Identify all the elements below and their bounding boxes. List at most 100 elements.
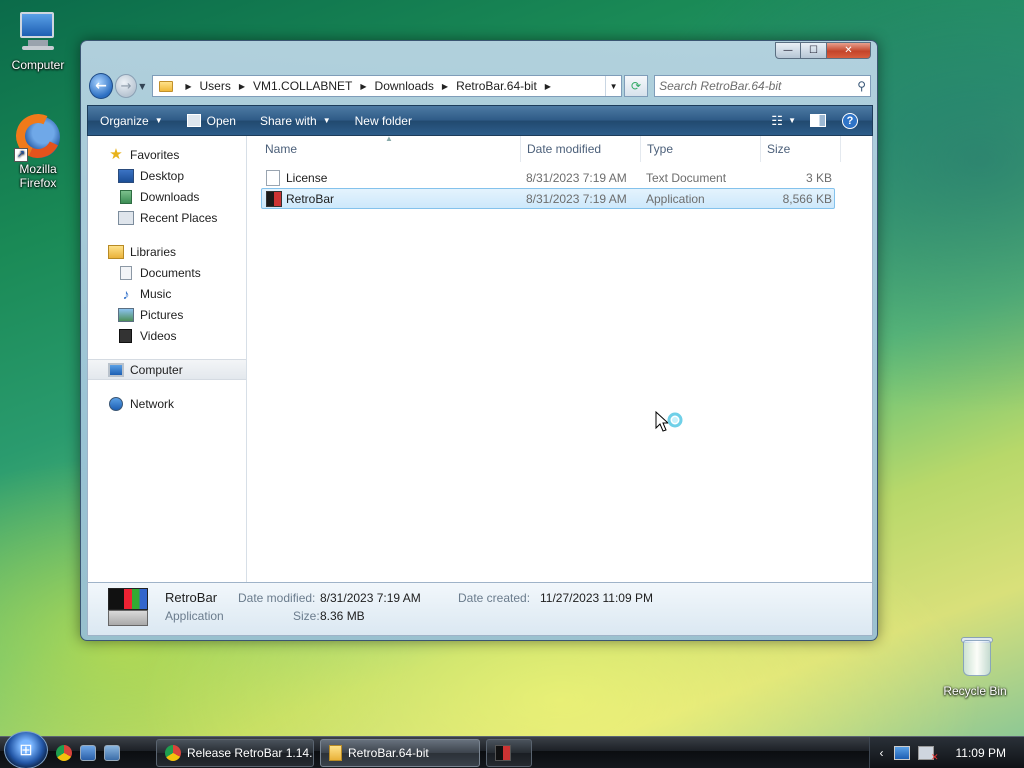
search-input[interactable]: Search RetroBar.64-bit ⚲	[654, 75, 871, 97]
file-name: License	[286, 170, 328, 185]
preview-pane-icon[interactable]	[810, 114, 826, 127]
search-icon[interactable]: ⚲	[857, 79, 866, 93]
new-folder-label: New folder	[354, 113, 412, 128]
column-header-size[interactable]: Size	[761, 136, 841, 162]
column-header-date-modified[interactable]: Date modified	[521, 136, 641, 162]
minimize-button[interactable]: —	[775, 42, 801, 59]
navigation-row: ← → ▼ ▶ Users ▶ VM1.COLLABNET ▶ Download…	[89, 71, 871, 101]
file-date: 8/31/2023 7:19 AM	[526, 170, 627, 185]
volume-muted-icon[interactable]	[917, 745, 939, 763]
column-header-name[interactable]: ▲ Name	[247, 134, 521, 162]
switch-windows-icon[interactable]	[104, 744, 120, 761]
desktop-icon-label: Recycle Bin	[943, 684, 1007, 698]
file-type: Application	[646, 191, 705, 206]
open-icon	[186, 114, 201, 127]
nav-item-music[interactable]: ♪ Music	[88, 283, 246, 304]
caption-buttons: — ☐ ✕	[775, 42, 871, 59]
breadcrumb-vm1[interactable]: VM1.COLLABNET	[251, 79, 354, 93]
nav-favorites[interactable]: ★ Favorites	[88, 144, 246, 165]
file-row-retrobar[interactable]: RetroBar 8/31/2023 7:19 AM Application 8…	[261, 188, 835, 209]
navigation-pane: ★ Favorites Desktop Downloads Recent Pla…	[88, 136, 247, 582]
address-bar[interactable]: ▶ Users ▶ VM1.COLLABNET ▶ Downloads ▶ Re…	[152, 75, 623, 97]
views-icon[interactable]: ☷	[766, 113, 788, 129]
file-list-pane: ▲ Name Date modified Type Size License 8…	[247, 134, 872, 582]
chrome-icon	[165, 744, 181, 761]
nav-libraries[interactable]: Libraries	[88, 241, 246, 262]
new-folder-button[interactable]: New folder	[343, 106, 424, 135]
nav-label: Music	[140, 286, 172, 301]
taskbar-button-chrome[interactable]: Release RetroBar 1.14...	[156, 738, 314, 767]
details-file-kind: Application	[165, 609, 224, 623]
nav-network[interactable]: Network	[88, 393, 246, 414]
chevron-right-icon[interactable]: ▶	[239, 82, 245, 91]
nav-item-recent-places[interactable]: Recent Places	[88, 207, 246, 228]
back-button[interactable]: ←	[89, 73, 114, 99]
desktop-icon-recycle-bin[interactable]: Recycle Bin	[937, 634, 1013, 698]
clock[interactable]: 11:09 PM	[956, 746, 1006, 760]
file-date: 8/31/2023 7:19 AM	[526, 191, 627, 206]
application-icon	[495, 744, 511, 761]
help-icon[interactable]: ?	[842, 112, 858, 129]
column-header-type[interactable]: Type	[641, 136, 761, 162]
share-with-button[interactable]: Share with ▼	[248, 106, 343, 135]
chevron-down-icon: ▼	[154, 116, 163, 125]
nav-item-pictures[interactable]: Pictures	[88, 304, 246, 325]
open-button[interactable]: Open	[175, 106, 248, 135]
nav-item-videos[interactable]: Videos	[88, 325, 246, 346]
application-icon	[266, 190, 282, 207]
recent-places-icon	[118, 210, 134, 225]
firefox-icon: ↗	[9, 107, 67, 165]
desktop-icon-computer[interactable]: Computer	[0, 8, 76, 72]
taskbar: ⊞ Release RetroBar 1.14... RetroBar.64-b…	[0, 730, 1024, 768]
recent-pages-dropdown[interactable]: ▼	[139, 82, 148, 91]
file-size: 8,566 KB	[782, 191, 832, 206]
views-dropdown-icon[interactable]: ▼	[788, 116, 796, 125]
text-file-icon	[266, 169, 280, 186]
nav-item-documents[interactable]: Documents	[88, 262, 246, 283]
details-date-created: 11/27/2023 11:09 PM	[540, 591, 653, 605]
show-desktop-icon[interactable]	[80, 744, 96, 761]
nav-computer[interactable]: Computer	[88, 359, 246, 380]
desktop-icon-firefox[interactable]: ↗ Mozilla Firefox	[0, 107, 76, 190]
quick-launch	[56, 744, 128, 761]
pictures-icon	[118, 307, 134, 322]
breadcrumb-retrobar[interactable]: RetroBar.64-bit	[454, 79, 539, 93]
nav-label: Downloads	[140, 189, 200, 204]
refresh-button[interactable]: ⟳	[624, 75, 649, 97]
forward-button[interactable]: →	[115, 74, 138, 98]
organize-button[interactable]: Organize ▼	[88, 106, 175, 135]
address-dropdown[interactable]: ▼	[605, 76, 621, 96]
windows-logo-icon: ⊞	[19, 741, 33, 759]
breadcrumb-users[interactable]: Users	[198, 79, 233, 93]
start-button[interactable]: ⊞	[4, 730, 48, 768]
chevron-right-icon[interactable]: ▶	[185, 82, 191, 91]
maximize-button[interactable]: ☐	[801, 42, 827, 59]
show-hidden-icons-icon[interactable]: ‹	[880, 746, 884, 760]
toolbar-right: ☷ ▼ ?	[766, 112, 872, 129]
folder-icon	[329, 744, 342, 761]
chevron-right-icon[interactable]: ▶	[545, 82, 551, 91]
nav-label: Computer	[130, 362, 183, 377]
computer-icon	[14, 8, 62, 56]
nav-item-downloads[interactable]: Downloads	[88, 186, 246, 207]
chevron-right-icon[interactable]: ▶	[442, 82, 448, 91]
chevron-right-icon[interactable]: ▶	[360, 82, 366, 91]
content-area: ★ Favorites Desktop Downloads Recent Pla…	[87, 134, 873, 582]
network-icon	[109, 396, 123, 411]
breadcrumb-downloads[interactable]: Downloads	[373, 79, 436, 93]
file-row-license[interactable]: License 8/31/2023 7:19 AM Text Document …	[261, 167, 835, 188]
chevron-down-icon: ▼	[322, 116, 331, 125]
nav-item-desktop[interactable]: Desktop	[88, 165, 246, 186]
nav-label: Desktop	[140, 168, 185, 183]
music-icon: ♪	[122, 285, 130, 302]
star-icon: ★	[109, 145, 123, 163]
close-button[interactable]: ✕	[827, 42, 871, 59]
network-status-icon[interactable]	[893, 745, 910, 760]
taskbar-button-retrobar[interactable]	[486, 738, 532, 767]
file-name: RetroBar	[286, 191, 335, 206]
share-with-label: Share with	[259, 113, 317, 128]
chrome-icon[interactable]	[56, 744, 72, 761]
computer-icon	[108, 362, 124, 377]
system-tray: ‹ 11:09 PM	[868, 737, 1024, 768]
taskbar-button-explorer[interactable]: RetroBar.64-bit	[320, 738, 480, 767]
